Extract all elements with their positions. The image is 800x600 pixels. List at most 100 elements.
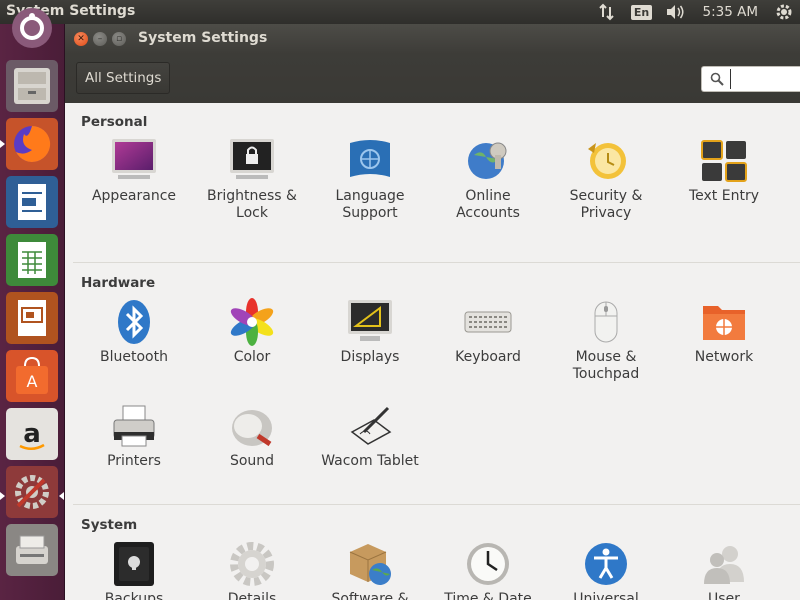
item-label: Time & Date: [444, 591, 532, 600]
brightness-lock-icon: [230, 139, 274, 179]
security-privacy-icon: [588, 143, 626, 179]
item-wacom-tablet[interactable]: Wacom Tablet: [312, 402, 428, 470]
launcher-dash[interactable]: [6, 2, 58, 54]
item-text-entry[interactable]: Text Entry: [666, 137, 782, 205]
running-pip: [0, 492, 5, 500]
item-label: Keyboard: [455, 349, 521, 365]
clock[interactable]: 5:35 AM: [689, 0, 769, 24]
launcher-software-center[interactable]: A: [6, 350, 58, 402]
item-language-support[interactable]: Language Support: [312, 137, 428, 222]
launcher-impress[interactable]: [6, 292, 58, 344]
keyboard-layout-indicator[interactable]: En: [630, 0, 653, 24]
system-settings-window: ✕ – ▫ System Settings All Settings Perso…: [65, 24, 800, 600]
session-gear-icon[interactable]: [768, 0, 800, 24]
volume-icon[interactable]: [661, 0, 689, 24]
item-user-accounts[interactable]: User Accounts: [666, 540, 782, 600]
section-separator: [73, 262, 800, 263]
software-updates-icon: [349, 544, 391, 585]
item-label: Universal Access: [573, 591, 639, 600]
item-security-privacy[interactable]: Security & Privacy: [548, 137, 664, 222]
window-title: System Settings: [138, 30, 268, 46]
sound-speaker-icon: [232, 410, 272, 447]
item-sound[interactable]: Sound: [194, 402, 310, 470]
item-online-accounts[interactable]: Online Accounts: [430, 137, 546, 222]
item-label: Software & Updates: [331, 591, 409, 600]
maximize-icon: ▫: [115, 33, 123, 44]
launcher-calc[interactable]: [6, 234, 58, 286]
launcher-files[interactable]: [6, 60, 58, 112]
text-entry-keys-icon: [701, 140, 747, 182]
item-label: Mouse & Touchpad: [572, 349, 640, 382]
svg-text:a: a: [23, 419, 41, 449]
item-label: Sound: [229, 453, 275, 469]
item-keyboard[interactable]: Keyboard: [430, 298, 546, 366]
item-label: User Accounts: [708, 591, 740, 600]
item-label: Brightness & Lock: [207, 188, 297, 221]
item-label: Security & Privacy: [569, 188, 643, 221]
online-accounts-globe-icon: [468, 142, 507, 179]
item-network[interactable]: Network: [666, 298, 782, 366]
printer-icon: [113, 405, 155, 447]
search-icon: [710, 72, 724, 86]
item-label: Printers: [107, 453, 161, 469]
item-label: Online Accounts: [456, 188, 520, 221]
minimize-window-button[interactable]: –: [93, 32, 107, 46]
window-titlebar[interactable]: ✕ – ▫ System Settings: [65, 24, 800, 54]
close-icon: ✕: [77, 33, 85, 44]
launcher-amazon[interactable]: a: [6, 408, 58, 460]
item-label: Language Support: [335, 188, 405, 221]
amazon-icon: a: [19, 419, 45, 450]
language-flag-icon: [350, 140, 390, 177]
mouse-icon: [594, 301, 618, 343]
item-backups[interactable]: Backups: [76, 540, 192, 600]
universal-access-icon: [585, 543, 627, 585]
item-printers[interactable]: Printers: [76, 402, 192, 470]
launcher-firefox[interactable]: [6, 118, 58, 170]
libreoffice-calc-icon: [18, 242, 46, 278]
item-displays[interactable]: Displays: [312, 298, 428, 366]
network-updown-icon[interactable]: [593, 0, 621, 24]
item-brightness-lock[interactable]: Brightness & Lock: [194, 137, 310, 222]
appearance-monitor-icon: [112, 139, 156, 179]
item-time-date[interactable]: Time & Date: [430, 540, 546, 600]
minimize-icon: –: [97, 33, 103, 44]
keyboard-icon: [464, 311, 512, 333]
item-bluetooth[interactable]: Bluetooth: [76, 298, 192, 366]
svg-text:A: A: [27, 372, 38, 391]
focused-pip: [59, 492, 64, 500]
bluetooth-icon: [118, 300, 150, 344]
clock-icon: [467, 543, 509, 585]
section-title-system: System: [81, 517, 138, 533]
item-label: Bluetooth: [100, 349, 168, 365]
toolbar: All Settings: [65, 54, 800, 103]
item-label: Displays: [340, 349, 400, 365]
wacom-tablet-icon: [350, 406, 392, 445]
color-flower-icon: [230, 298, 274, 346]
launcher-system-settings[interactable]: [6, 466, 58, 518]
file-cabinet-icon: [14, 68, 50, 104]
launcher: A a: [0, 8, 65, 600]
launcher-writer[interactable]: [6, 176, 58, 228]
item-universal-access[interactable]: Universal Access: [548, 540, 664, 600]
item-appearance[interactable]: Appearance: [76, 137, 192, 205]
item-details[interactable]: Details: [194, 540, 310, 600]
search-input[interactable]: [730, 69, 790, 89]
maximize-window-button[interactable]: ▫: [112, 32, 126, 46]
item-color[interactable]: Color: [194, 298, 310, 366]
section-separator: [73, 504, 800, 505]
close-window-button[interactable]: ✕: [74, 32, 88, 46]
item-software-updates[interactable]: Software & Updates: [312, 540, 428, 600]
launcher-scanner[interactable]: [6, 524, 58, 576]
section-title-personal: Personal: [81, 114, 148, 130]
software-center-bag-icon: A: [16, 356, 48, 394]
firefox-icon: [14, 125, 51, 162]
libreoffice-impress-icon: [18, 300, 46, 336]
item-label: Color: [233, 349, 271, 365]
item-mouse-touchpad[interactable]: Mouse & Touchpad: [548, 298, 664, 383]
item-label: Details: [227, 591, 277, 600]
scanner-icon: [16, 535, 48, 564]
item-label: Backups: [104, 591, 164, 600]
all-settings-button[interactable]: All Settings: [76, 62, 171, 94]
search-field[interactable]: [701, 66, 800, 92]
backups-safe-icon: [114, 542, 154, 586]
